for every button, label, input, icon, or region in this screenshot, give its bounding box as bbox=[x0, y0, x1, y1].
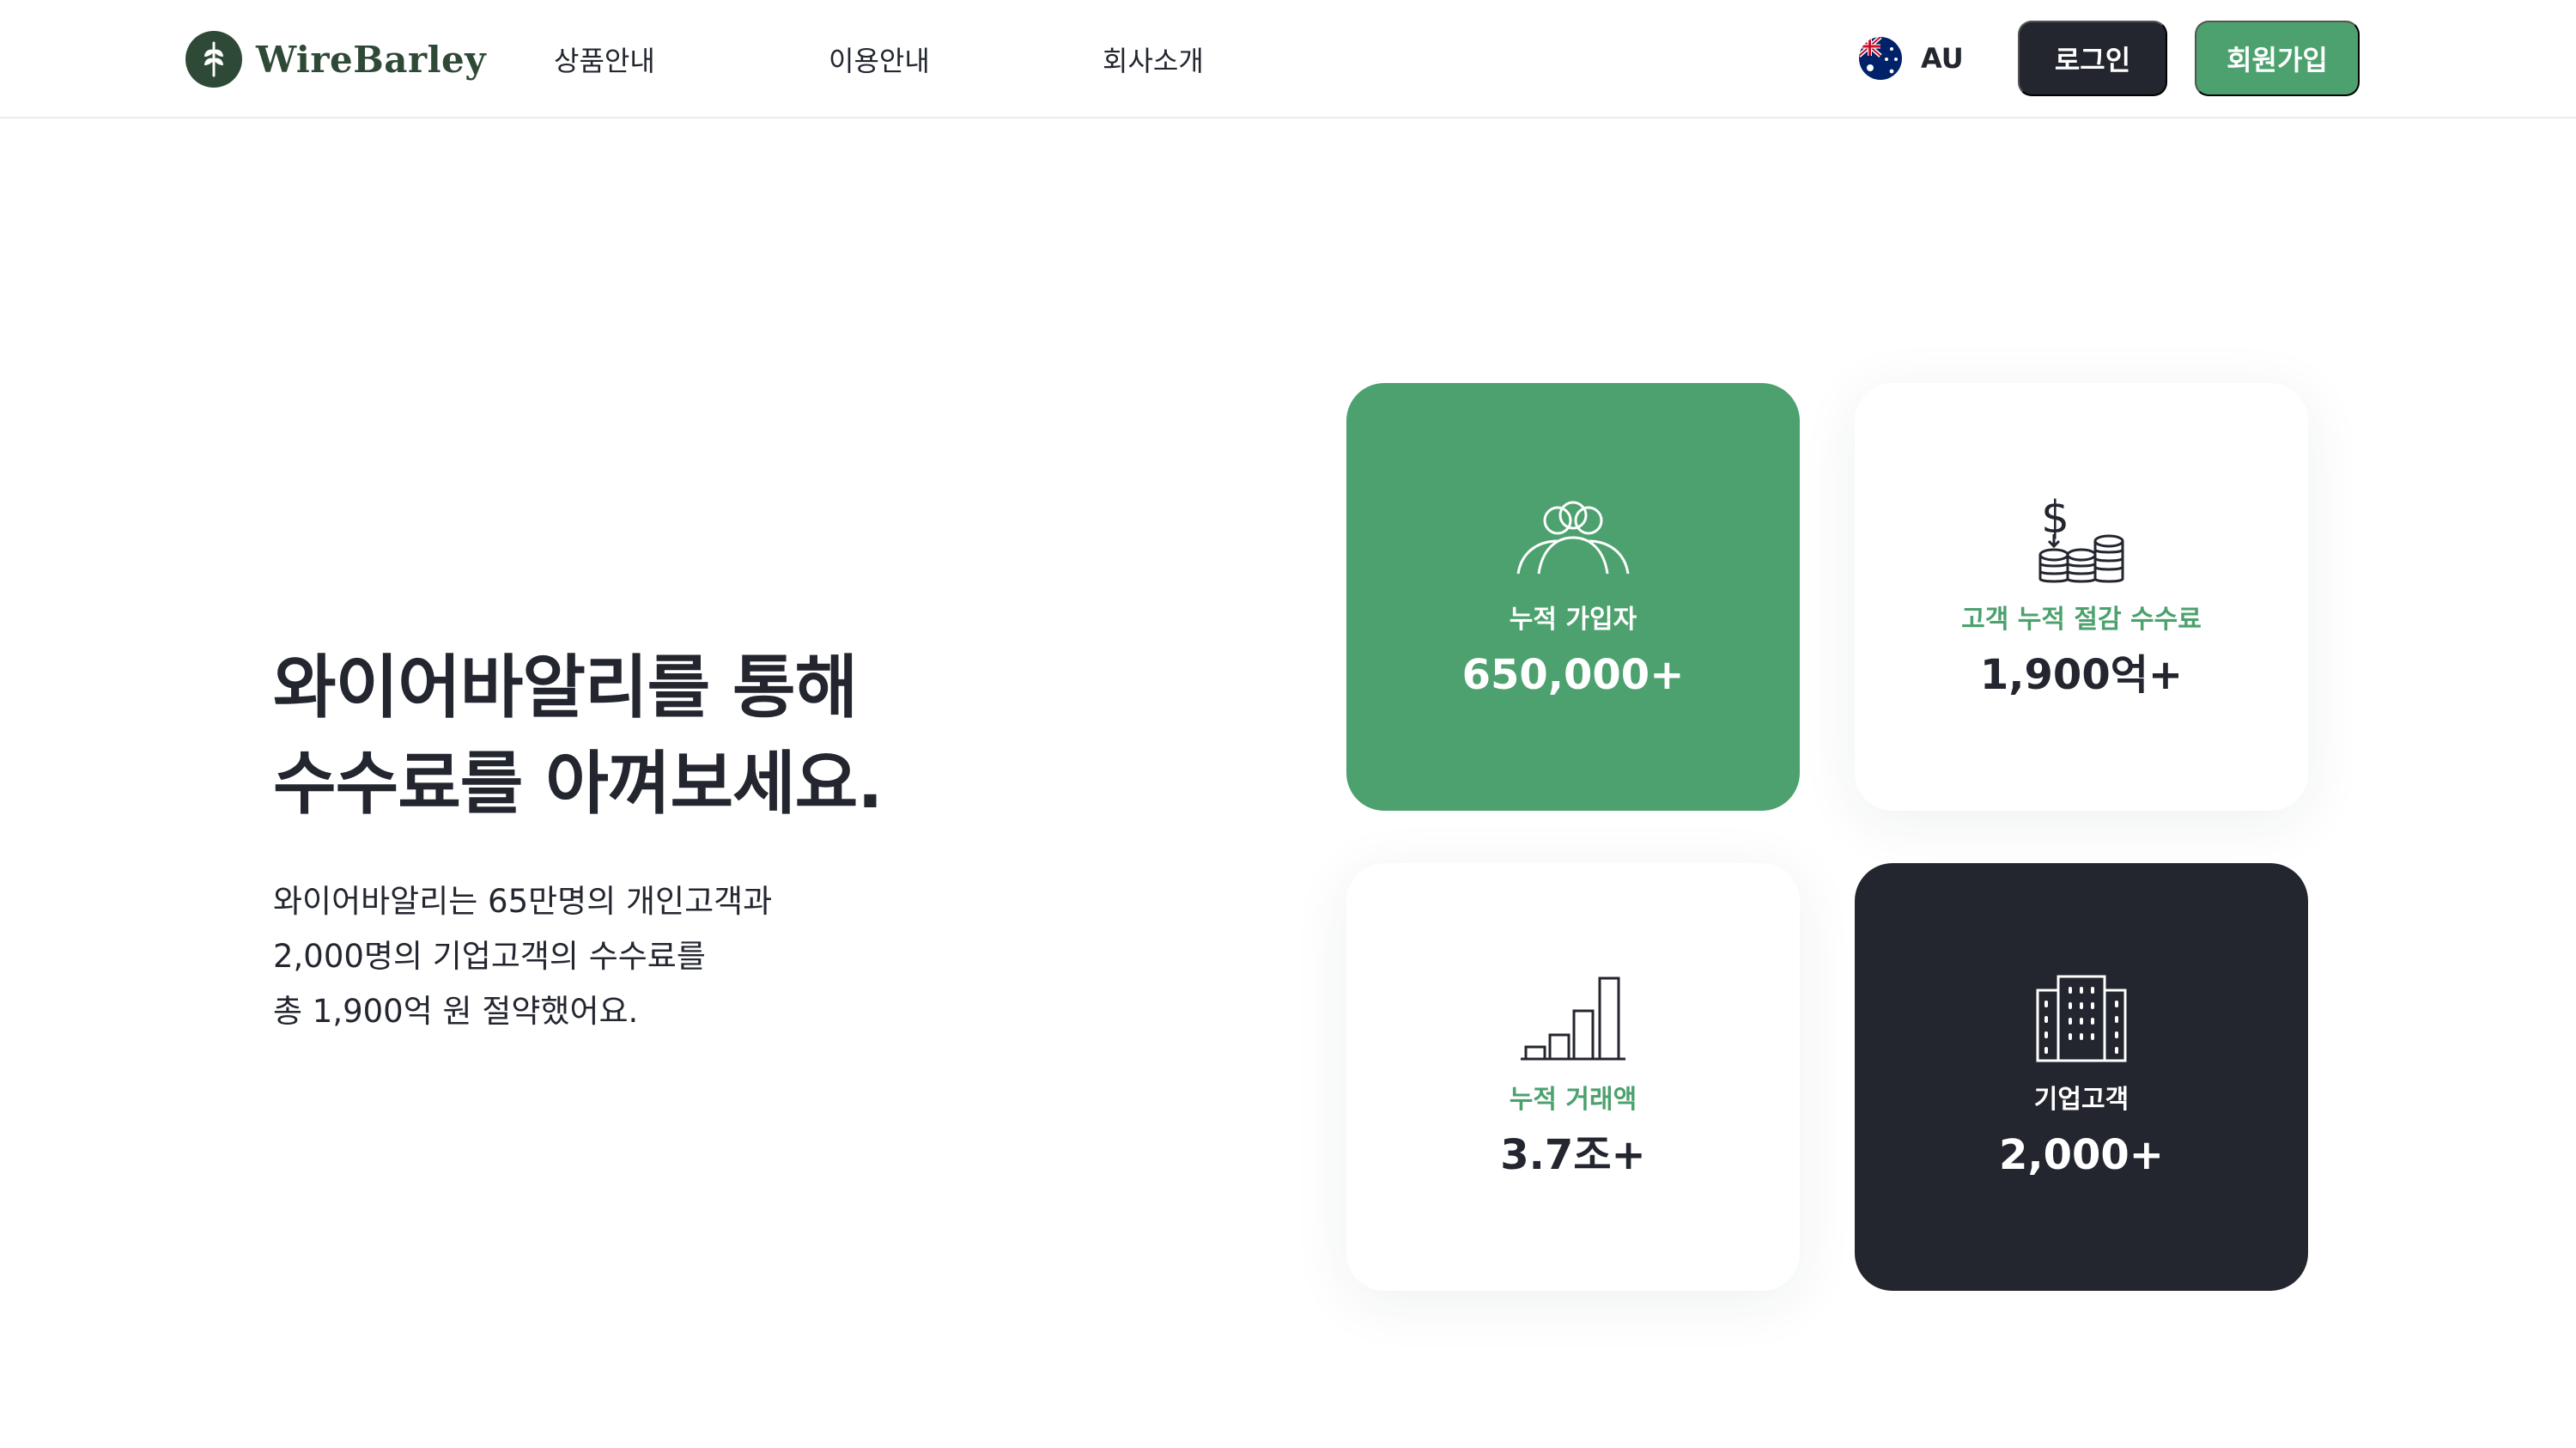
nav-item-guide[interactable]: 이용안내 bbox=[829, 40, 930, 79]
hero-description: 와이어바알리는 65만명의 개인고객과 2,000명의 기업고객의 수수료를 총… bbox=[273, 874, 960, 1039]
hero-title-line: 와이어바알리를 통해 bbox=[273, 648, 858, 727]
stat-value: 650,000+ bbox=[1461, 651, 1685, 699]
stat-label: 기업고객 bbox=[2033, 1085, 2129, 1115]
australia-flag-icon bbox=[1859, 37, 1902, 80]
signup-button[interactable]: 회원가입 bbox=[2195, 21, 2360, 96]
users-group-icon bbox=[1513, 490, 1633, 586]
office-building-icon bbox=[2021, 970, 2142, 1066]
dollar-coins-icon: $ bbox=[2021, 490, 2142, 586]
hero-description-line: 총 1,900억 원 절약했어요. bbox=[273, 993, 639, 1030]
stat-value: 1,900억+ bbox=[1979, 651, 2184, 699]
nav-item-products[interactable]: 상품안내 bbox=[554, 40, 655, 79]
stat-value: 2,000+ bbox=[1998, 1131, 2165, 1179]
brand-name: WireBarley bbox=[256, 38, 487, 81]
stat-card-members: 누적 가입자 650,000+ bbox=[1346, 383, 1800, 811]
brand-logo[interactable]: WireBarley bbox=[185, 29, 486, 89]
bar-chart-icon bbox=[1513, 970, 1633, 1066]
svg-text:$: $ bbox=[2041, 492, 2069, 544]
nav-item-company[interactable]: 회사소개 bbox=[1103, 40, 1204, 79]
hero-title: 와이어바알리를 통해 수수료를 아껴보세요. bbox=[273, 640, 1046, 832]
region-code: AU bbox=[1921, 42, 1964, 75]
stat-label: 고객 누적 절감 수수료 bbox=[1961, 605, 2202, 635]
wheat-logo-icon bbox=[185, 31, 242, 88]
stat-card-volume: 누적 거래액 3.7조+ bbox=[1346, 863, 1800, 1291]
stat-label: 누적 가입자 bbox=[1509, 605, 1637, 635]
stat-card-business: 기업고객 2,000+ bbox=[1855, 863, 2308, 1291]
site-header: WireBarley 상품안내 이용안내 회사소개 AU 로그인 회원가입 bbox=[0, 0, 2576, 119]
hero-title-line: 수수료를 아껴보세요. bbox=[273, 744, 884, 824]
login-button[interactable]: 로그인 bbox=[2018, 21, 2167, 96]
stat-label: 누적 거래액 bbox=[1509, 1085, 1637, 1115]
stat-value: 3.7조+ bbox=[1500, 1131, 1646, 1179]
hero-description-line: 2,000명의 기업고객의 수수료를 bbox=[273, 938, 706, 975]
stat-card-savings: $ 고객 누적 절감 수수료 1,900억+ bbox=[1855, 383, 2308, 811]
region-selector[interactable]: AU bbox=[1859, 34, 1964, 82]
hero-description-line: 와이어바알리는 65만명의 개인고객과 bbox=[273, 883, 773, 920]
